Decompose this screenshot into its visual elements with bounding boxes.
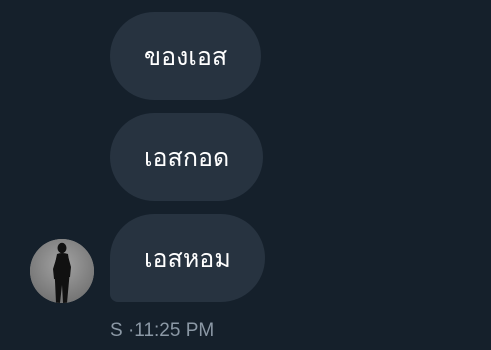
message-text: เอสกอด [144,142,230,172]
message-bubble[interactable]: เอสหอม [110,214,265,302]
sender-initial: S [110,320,123,341]
message-timestamp: 11:25 PM [134,320,215,341]
message-text: ของเอส [144,41,228,71]
message-bubble[interactable]: ของเอส [110,12,262,100]
avatar[interactable] [30,239,94,303]
message-meta: S ·11:25 PM [110,319,214,343]
person-silhouette-icon [30,239,94,303]
message-bubble[interactable]: เอสกอด [110,113,264,201]
message-text: เอสหอม [144,243,231,273]
